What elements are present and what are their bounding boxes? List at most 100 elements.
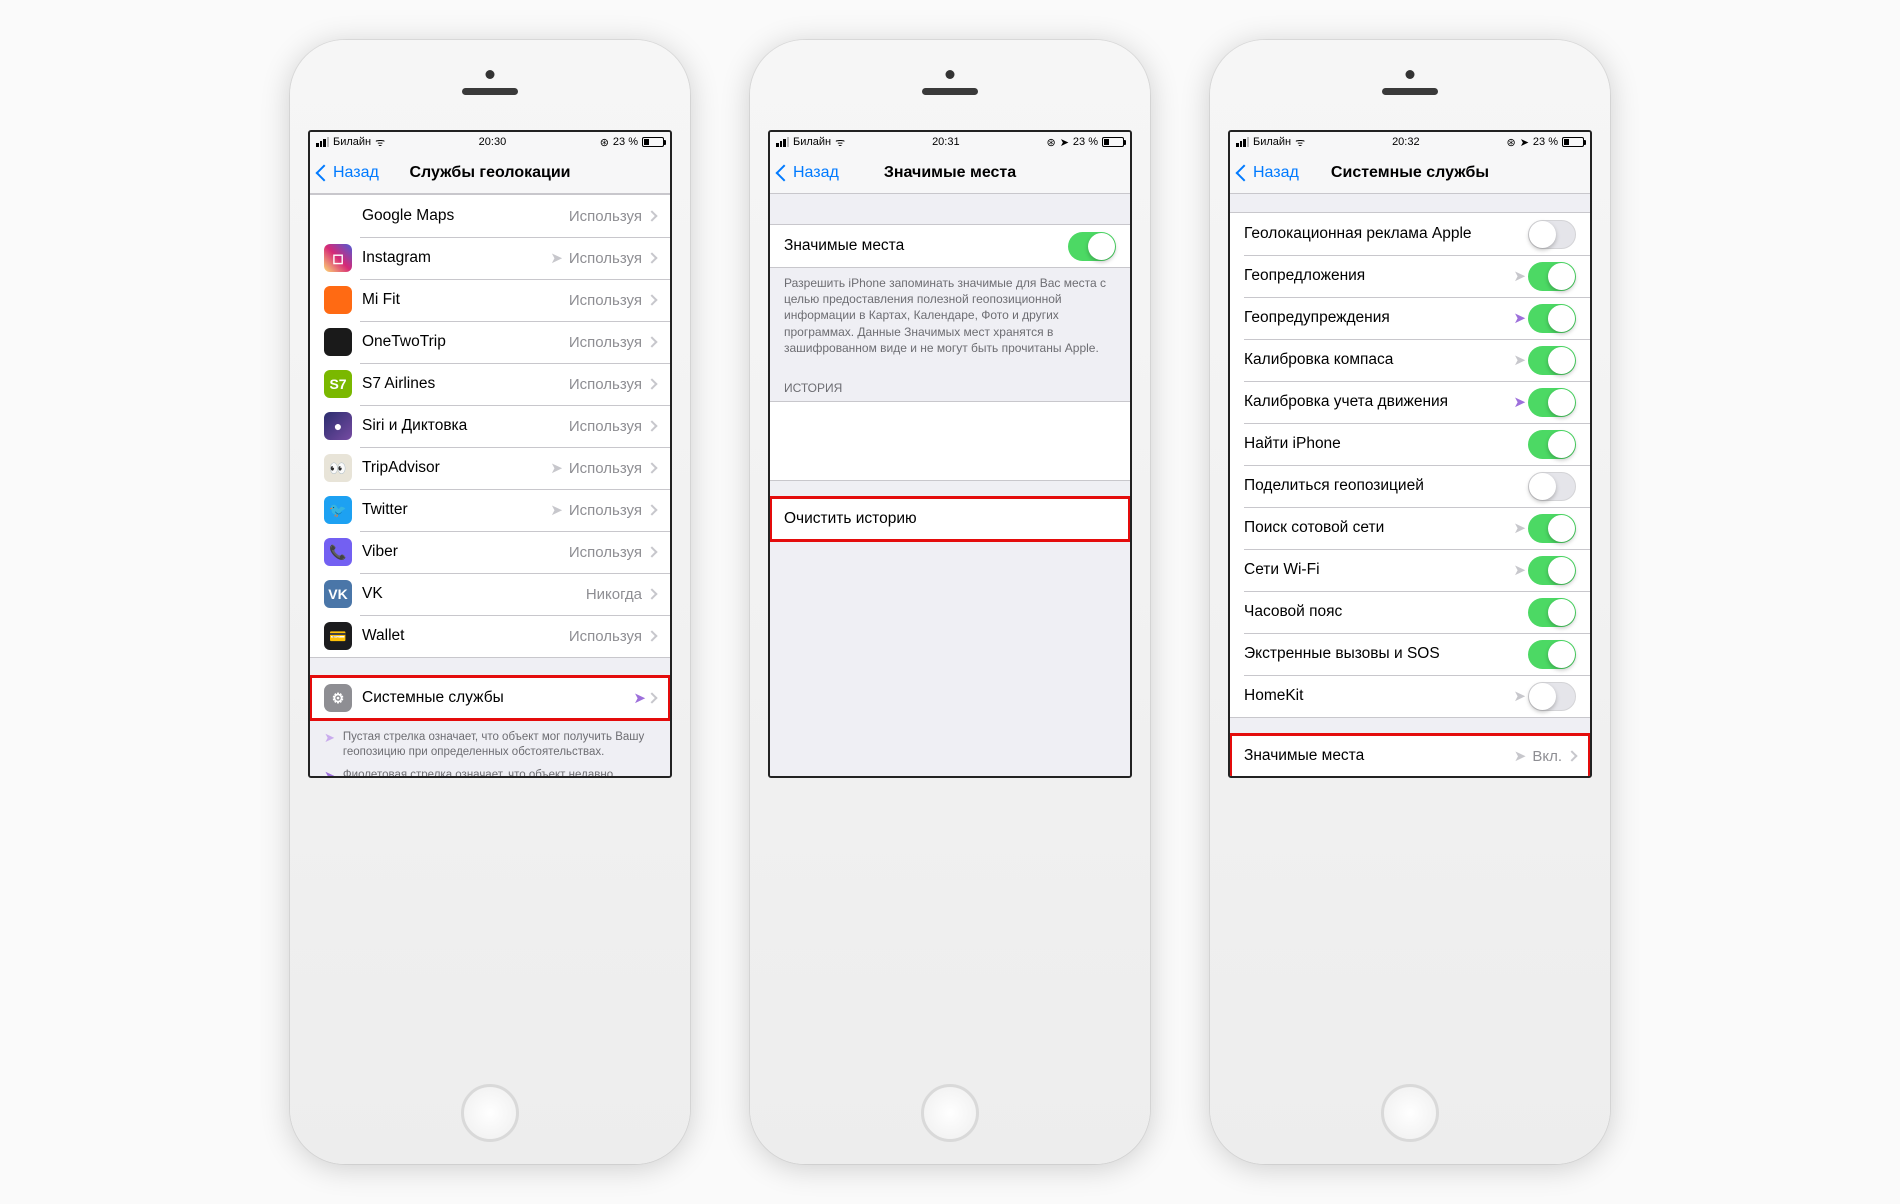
service-row[interactable]: Найти iPhone: [1230, 423, 1590, 465]
back-button[interactable]: Назад: [1238, 164, 1299, 182]
location-arrow-icon: ➤: [1513, 351, 1526, 369]
system-services-label: Системные службы: [362, 689, 633, 707]
screen-2: Билайн ᯤ 20:31 ⊛ ➤ 23 % Назад Значимые м…: [768, 130, 1132, 778]
service-switch[interactable]: [1528, 388, 1576, 417]
app-row[interactable]: ●Siri и ДиктовкаИспользуя: [310, 405, 670, 447]
clear-history-label: Очистить историю: [784, 510, 1116, 528]
service-switch[interactable]: [1528, 556, 1576, 585]
service-switch[interactable]: [1528, 682, 1576, 711]
app-row[interactable]: 👀TripAdvisor➤Используя: [310, 447, 670, 489]
service-row[interactable]: Поделиться геопозицией: [1230, 465, 1590, 507]
nav-bar: Назад Системные службы: [1230, 152, 1590, 194]
significant-toggle-group: Значимые места: [770, 224, 1130, 268]
service-row[interactable]: Геопредложения➤: [1230, 255, 1590, 297]
location-arrow-icon: ➤: [1514, 747, 1527, 765]
app-row[interactable]: 🐦Twitter➤Используя: [310, 489, 670, 531]
screen-1: Билайн ᯤ 20:30 ⊛ 23 % Назад Службы геоло…: [308, 130, 672, 778]
app-name: TripAdvisor: [362, 459, 550, 477]
app-row[interactable]: OneTwoTripИспользуя: [310, 321, 670, 363]
app-status: ➤Используя: [550, 501, 642, 519]
back-button[interactable]: Назад: [318, 164, 379, 182]
service-switch[interactable]: [1528, 304, 1576, 333]
significant-switch[interactable]: [1068, 232, 1116, 261]
location-icon: ➤: [1060, 136, 1069, 149]
app-name: Instagram: [362, 249, 550, 267]
clear-history-row[interactable]: Очистить историю: [770, 498, 1130, 540]
app-row[interactable]: S7S7 AirlinesИспользуя: [310, 363, 670, 405]
app-row[interactable]: 💳WalletИспользуя: [310, 615, 670, 657]
system-services-list: Геолокационная реклама AppleГеопредложен…: [1230, 212, 1590, 718]
service-row[interactable]: Геолокационная реклама Apple: [1230, 213, 1590, 255]
service-label: Часовой пояс: [1244, 603, 1528, 621]
significant-footer: Разрешить iPhone запоминать значимые для…: [770, 268, 1130, 361]
app-row[interactable]: 📞ViberИспользуя: [310, 531, 670, 573]
carrier-label: Билайн: [793, 136, 831, 148]
service-row[interactable]: Поиск сотовой сети➤: [1230, 507, 1590, 549]
service-row[interactable]: Калибровка компаса➤: [1230, 339, 1590, 381]
signal-icon: [316, 137, 329, 147]
status-time: 20:30: [479, 136, 507, 148]
home-button[interactable]: [1381, 1084, 1439, 1142]
app-row[interactable]: 🗺Google MapsИспользуя: [310, 195, 670, 237]
service-row[interactable]: Геопредупреждения➤: [1230, 297, 1590, 339]
camera-dot: [946, 70, 955, 79]
app-status: Используя: [569, 418, 642, 435]
location-arrow-icon: ➤: [550, 249, 563, 267]
speaker-grille: [462, 88, 518, 95]
service-switch[interactable]: [1528, 472, 1576, 501]
content-1[interactable]: 🗺Google MapsИспользуя◻Instagram➤Использу…: [310, 194, 670, 776]
service-switch[interactable]: [1528, 220, 1576, 249]
service-switch[interactable]: [1528, 346, 1576, 375]
app-row[interactable]: Mi FitИспользуя: [310, 279, 670, 321]
clear-history-group: Очистить историю: [770, 497, 1130, 541]
service-row[interactable]: Часовой пояс: [1230, 591, 1590, 633]
home-button[interactable]: [921, 1084, 979, 1142]
location-arrow-icon: ➤: [1513, 687, 1526, 705]
home-button[interactable]: [461, 1084, 519, 1142]
app-row[interactable]: ◻Instagram➤Используя: [310, 237, 670, 279]
chevron-icon: [646, 546, 657, 557]
camera-dot: [486, 70, 495, 79]
service-switch[interactable]: [1528, 640, 1576, 669]
significant-locations-row-wrap: Значимые места ➤ Вкл.: [1230, 734, 1590, 776]
service-label: Экстренные вызовы и SOS: [1244, 645, 1528, 663]
battery-pct: 23 %: [1073, 136, 1098, 148]
app-icon: VK: [324, 580, 352, 608]
service-label: Калибровка учета движения: [1244, 393, 1513, 411]
service-label: Сети Wi-Fi: [1244, 561, 1513, 579]
service-row[interactable]: Калибровка учета движения➤: [1230, 381, 1590, 423]
content-3[interactable]: Геолокационная реклама AppleГеопредложен…: [1230, 194, 1590, 776]
app-status: Используя: [569, 376, 642, 393]
significant-locations-toggle-row[interactable]: Значимые места: [770, 225, 1130, 267]
app-name: OneTwoTrip: [362, 333, 569, 351]
content-2[interactable]: Значимые места Разрешить iPhone запомина…: [770, 194, 1130, 776]
app-status: Используя: [569, 628, 642, 645]
service-label: Поиск сотовой сети: [1244, 519, 1513, 537]
app-name: S7 Airlines: [362, 375, 569, 393]
location-arrow-icon: ➤: [550, 501, 563, 519]
service-row[interactable]: HomeKit➤: [1230, 675, 1590, 717]
wifi-icon: ᯤ: [835, 135, 845, 150]
app-icon: 👀: [324, 454, 352, 482]
screen-3: Билайн ᯤ 20:32 ⊛ ➤ 23 % Назад Системные …: [1228, 130, 1592, 778]
phone-frame-2: Билайн ᯤ 20:31 ⊛ ➤ 23 % Назад Значимые м…: [750, 40, 1150, 1164]
location-arrow-icon: ➤: [1513, 519, 1526, 537]
chevron-icon: [646, 630, 657, 641]
significant-locations-row[interactable]: Значимые места ➤ Вкл.: [1230, 735, 1590, 776]
apps-list: 🗺Google MapsИспользуя◻Instagram➤Использу…: [310, 194, 670, 658]
location-arrow-icon: ➤: [1513, 393, 1526, 411]
system-services-row[interactable]: ⚙ Системные службы ➤: [310, 677, 670, 719]
app-row[interactable]: VKVKНикогда: [310, 573, 670, 615]
back-button[interactable]: Назад: [778, 164, 839, 182]
battery-pct: 23 %: [1533, 136, 1558, 148]
service-row[interactable]: Сети Wi-Fi➤: [1230, 549, 1590, 591]
app-status: Используя: [569, 208, 642, 225]
battery-icon: [1102, 137, 1124, 147]
service-row[interactable]: Экстренные вызовы и SOS: [1230, 633, 1590, 675]
service-switch[interactable]: [1528, 514, 1576, 543]
service-label: Геопредложения: [1244, 267, 1513, 285]
service-switch[interactable]: [1528, 430, 1576, 459]
service-switch[interactable]: [1528, 262, 1576, 291]
service-switch[interactable]: [1528, 598, 1576, 627]
app-status: Используя: [569, 544, 642, 561]
